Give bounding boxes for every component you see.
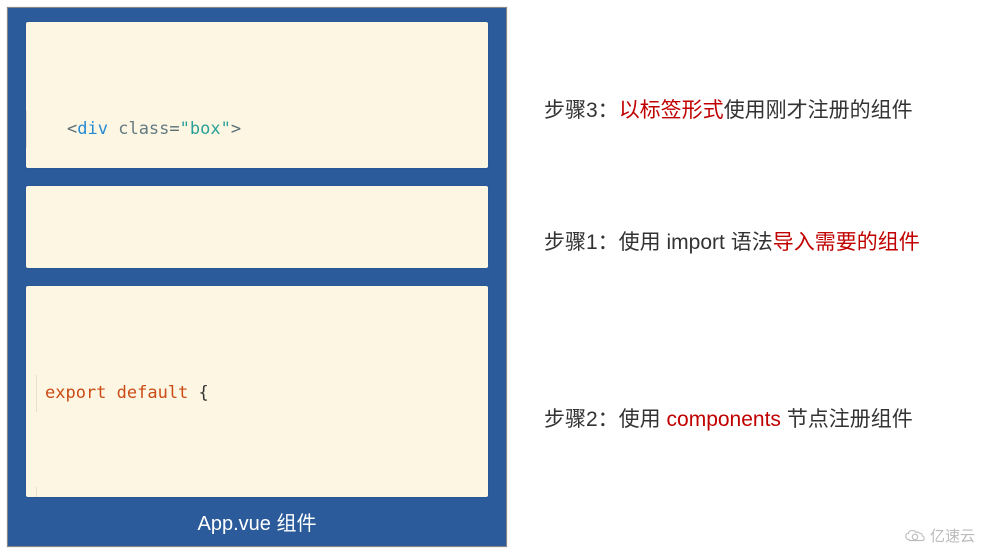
panel-caption: App.vue 组件 (26, 497, 488, 538)
step-2-text: 步骤2：使用 components 节点注册组件 (544, 404, 979, 436)
watermark: 亿速云 (904, 525, 975, 546)
code-block-import: import Left from '@/components/Left.vue' (26, 186, 488, 268)
code-line: components: { (36, 487, 478, 497)
code-block-export: export default { components: { Left } } (26, 286, 488, 497)
code-block-template: <div class="box"> <Left></Left> </div> (26, 22, 488, 168)
step-3-text: 步骤3：以标签形式使用刚才注册的组件 (544, 95, 979, 127)
code-panel: <div class="box"> <Left></Left> </div> i… (7, 7, 507, 547)
code-line: export default { (36, 375, 478, 412)
step-1-text: 步骤1：使用 import 语法导入需要的组件 (544, 227, 979, 259)
description-panel: 步骤3：以标签形式使用刚才注册的组件 步骤1：使用 import 语法导入需要的… (514, 0, 987, 554)
cloud-icon (904, 528, 926, 544)
code-line: <div class="box"> (26, 111, 478, 148)
watermark-text: 亿速云 (930, 525, 975, 546)
